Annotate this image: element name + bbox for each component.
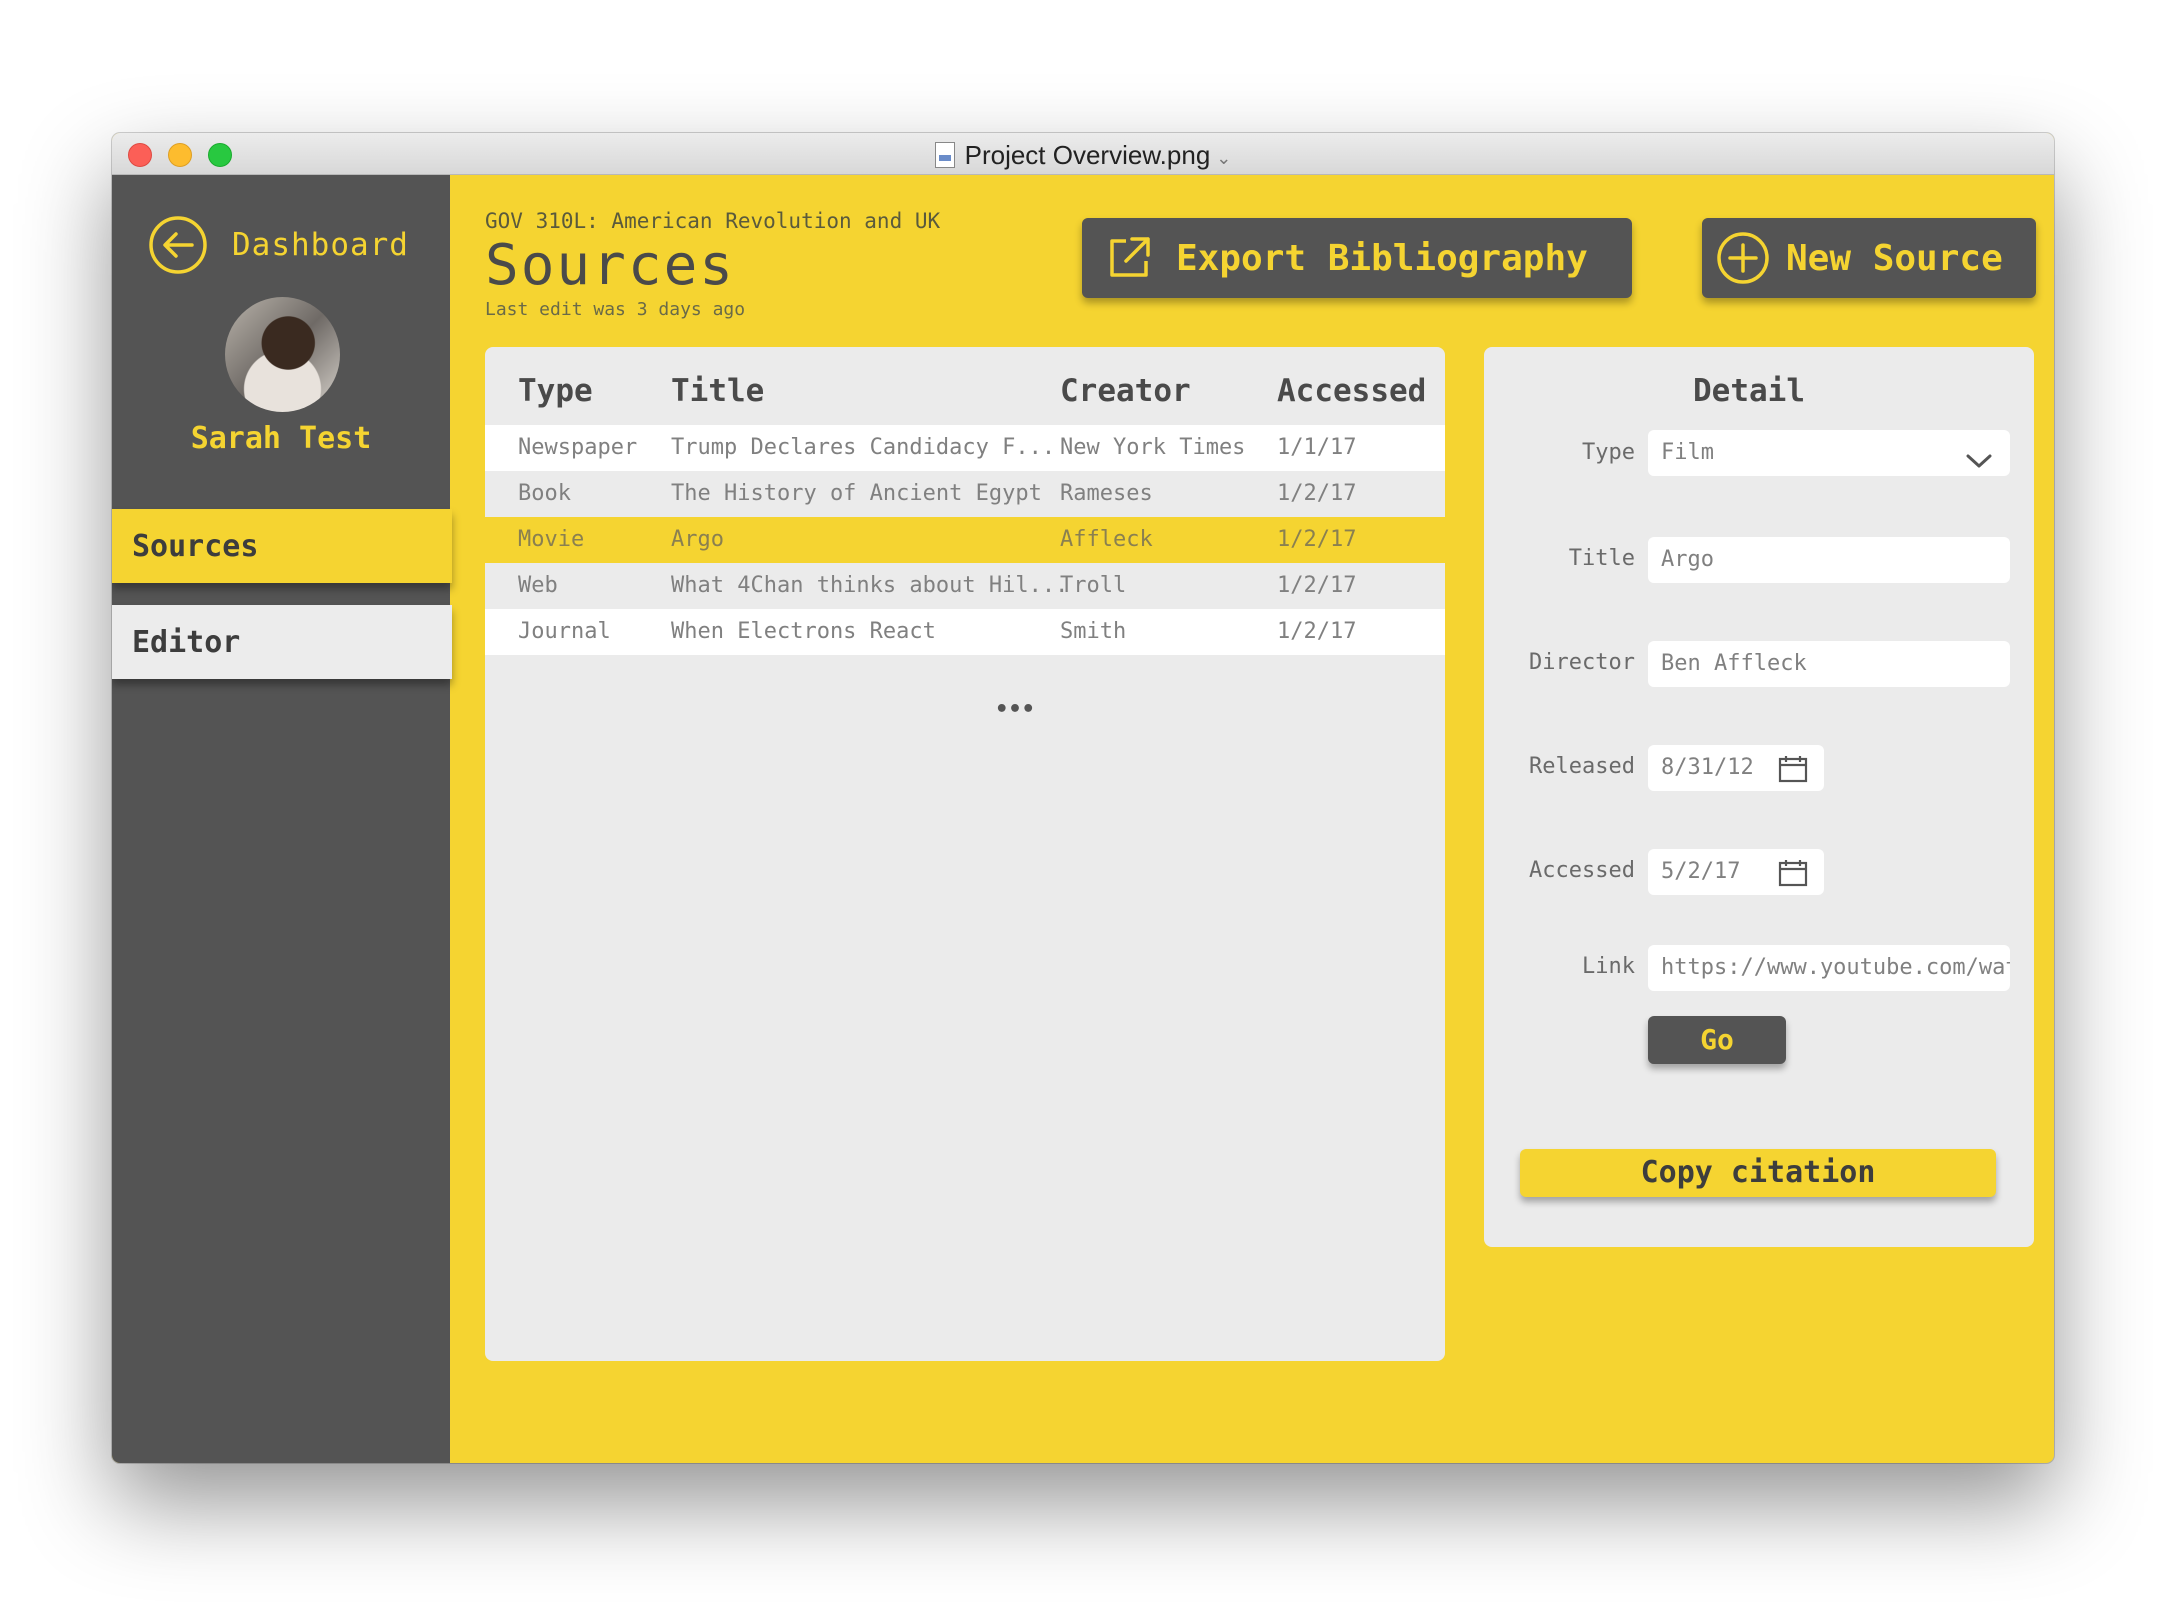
detail-heading: Detail: [1693, 373, 1805, 409]
more-rows-indicator[interactable]: •••: [485, 697, 1545, 722]
export-bibliography-button[interactable]: Export Bibliography: [1082, 218, 1632, 298]
chevron-down-icon: ⌄: [1216, 148, 1232, 168]
dashboard-label: Dashboard: [232, 227, 409, 263]
user-name: Sarah Test: [190, 421, 372, 456]
title-bar: Project Overview.png ⌄: [112, 133, 2054, 175]
title-label: Title: [1568, 546, 1635, 571]
column-header-type[interactable]: Type: [518, 373, 593, 409]
sidebar-item-label: Editor: [132, 624, 241, 660]
column-header-title[interactable]: Title: [671, 373, 764, 409]
released-date-field[interactable]: 8/31/12: [1648, 745, 1824, 791]
document-icon: [934, 142, 955, 168]
table-row[interactable]: Journal When Electrons React Smith 1/2/1…: [485, 609, 1445, 655]
avatar[interactable]: [225, 297, 340, 412]
sidebar: Dashboard Sarah Test Sources Editor: [112, 175, 452, 1463]
chevron-down-icon: [1966, 442, 1992, 476]
page-title: Sources: [485, 233, 736, 298]
sidebar-item-sources[interactable]: Sources: [112, 509, 452, 583]
back-to-dashboard-button[interactable]: Dashboard: [148, 215, 409, 275]
detail-panel: Detail Type Film Title Argo Director Ben…: [1484, 347, 2034, 1247]
director-field[interactable]: Ben Affleck: [1648, 641, 2010, 687]
app-window: Project Overview.png ⌄ Dashboard Sarah Te…: [112, 133, 2054, 1463]
window-title[interactable]: Project Overview.png ⌄: [112, 140, 2054, 171]
table-row[interactable]: Book The History of Ancient Egypt Ramese…: [485, 471, 1445, 517]
link-field[interactable]: https://www.youtube.com/wat: [1648, 945, 2010, 991]
copy-citation-button[interactable]: Copy citation: [1520, 1149, 1996, 1197]
title-field[interactable]: Argo: [1648, 537, 2010, 583]
calendar-icon[interactable]: [1778, 754, 1808, 791]
new-source-button[interactable]: New Source: [1702, 218, 2036, 298]
plus-circle-icon: [1716, 231, 1770, 285]
external-link-icon: [1106, 235, 1152, 281]
calendar-icon[interactable]: [1778, 858, 1808, 895]
table-row[interactable]: Web What 4Chan thinks about Hil... Troll…: [485, 563, 1445, 609]
sidebar-item-label: Sources: [132, 528, 259, 564]
released-label: Released: [1529, 754, 1635, 779]
column-header-accessed[interactable]: Accessed: [1277, 373, 1426, 409]
back-arrow-icon: [148, 215, 208, 275]
link-label: Link: [1582, 954, 1635, 979]
accessed-date-field[interactable]: 5/2/17: [1648, 849, 1824, 895]
director-label: Director: [1529, 650, 1635, 675]
accessed-label: Accessed: [1529, 858, 1635, 883]
column-header-creator[interactable]: Creator: [1060, 373, 1191, 409]
type-label: Type: [1582, 440, 1635, 465]
go-button[interactable]: Go: [1648, 1016, 1786, 1064]
type-select[interactable]: Film: [1648, 430, 2010, 476]
sources-table: Type Title Creator Accessed Newspaper Tr…: [485, 347, 1445, 1361]
course-name: GOV 310L: American Revolution and UK: [485, 209, 941, 233]
sidebar-item-editor[interactable]: Editor: [112, 605, 452, 679]
table-row-selected[interactable]: Movie Argo Affleck 1/2/17: [485, 517, 1445, 563]
table-row[interactable]: Newspaper Trump Declares Candidacy F... …: [485, 425, 1445, 471]
last-edit-text: Last edit was 3 days ago: [485, 299, 746, 320]
